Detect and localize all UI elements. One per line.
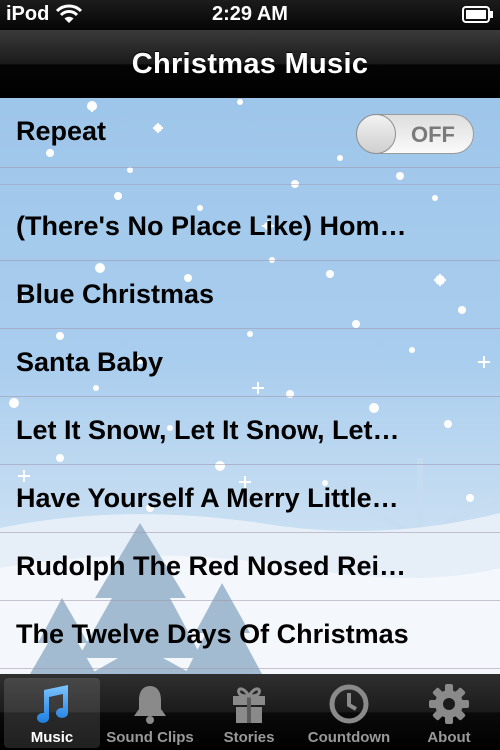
- status-time: 2:29 AM: [212, 3, 288, 25]
- navigation-bar: Christmas Music: [0, 30, 500, 99]
- gift-icon: [201, 682, 297, 726]
- song-row[interactable]: Blue Christmas: [0, 261, 500, 329]
- toggle-knob[interactable]: [356, 114, 396, 154]
- song-title: The Twelve Days Of Christmas: [16, 619, 409, 649]
- repeat-toggle[interactable]: OFF: [356, 114, 474, 154]
- tab-music[interactable]: Music: [4, 678, 100, 748]
- battery-icon: [462, 6, 494, 29]
- song-row[interactable]: (There's No Place Like) Hom…: [0, 193, 500, 261]
- song-row[interactable]: The Twelve Days Of Christmas: [0, 601, 500, 669]
- tab-label: Sound Clips: [106, 729, 194, 746]
- song-row[interactable]: Rudolph The Red Nosed Rei…: [0, 533, 500, 601]
- song-row[interactable]: Santa Baby: [0, 329, 500, 397]
- tab-label: Music: [30, 729, 74, 746]
- divider: [0, 184, 500, 185]
- music-note-icon: [4, 682, 100, 726]
- clock-icon: [301, 682, 397, 726]
- gear-icon: [401, 682, 497, 726]
- song-title: Blue Christmas: [16, 279, 215, 309]
- tab-label: About: [427, 729, 471, 746]
- song-title: Rudolph The Red Nosed Rei…: [16, 551, 407, 581]
- tab-countdown[interactable]: Countdown: [301, 678, 397, 748]
- toggle-state-label: OFF: [411, 122, 455, 147]
- repeat-row: Repeat OFF: [0, 98, 500, 168]
- song-row[interactable]: Let It Snow, Let It Snow, Let…: [0, 397, 500, 465]
- bell-icon: [102, 682, 198, 726]
- tab-about[interactable]: About: [401, 678, 497, 748]
- tab-bar: Music Sound Clips Stories Countdown Abou…: [0, 674, 500, 750]
- song-list[interactable]: Repeat OFF (There's No Place Like) Hom… …: [0, 98, 500, 674]
- page-title: Christmas Music: [131, 47, 369, 80]
- song-title: (There's No Place Like) Hom…: [16, 211, 407, 241]
- tab-sound-clips[interactable]: Sound Clips: [102, 678, 198, 748]
- tab-label: Stories: [223, 729, 275, 746]
- song-title: Let It Snow, Let It Snow, Let…: [16, 415, 400, 445]
- tab-label: Countdown: [307, 729, 391, 746]
- tab-stories[interactable]: Stories: [201, 678, 297, 748]
- song-row[interactable]: Have Yourself A Merry Little…: [0, 465, 500, 533]
- status-bar: iPod 2:29 AM: [0, 0, 500, 30]
- song-title: Have Yourself A Merry Little…: [16, 483, 399, 513]
- song-title: Santa Baby: [16, 347, 164, 377]
